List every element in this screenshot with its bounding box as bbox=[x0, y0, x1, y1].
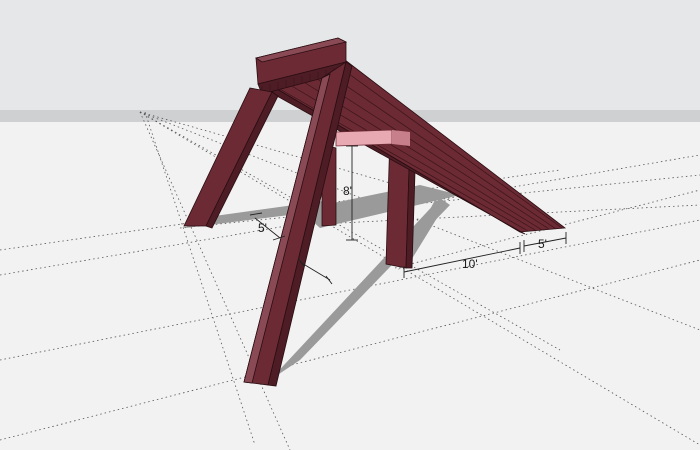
ground-plane bbox=[0, 122, 700, 450]
sketchup-viewport[interactable]: 8' 5' 10' 5' bbox=[0, 0, 700, 450]
height-dimension-label: 8' bbox=[343, 184, 352, 198]
overhang-dimension-label: 5' bbox=[538, 237, 547, 251]
short-span-dimension-label: 5' bbox=[258, 221, 267, 235]
long-span-dimension-label: 10' bbox=[462, 257, 478, 271]
3d-scene: 8' 5' 10' 5' bbox=[0, 0, 700, 450]
crossbeam-highlight bbox=[335, 129, 410, 147]
